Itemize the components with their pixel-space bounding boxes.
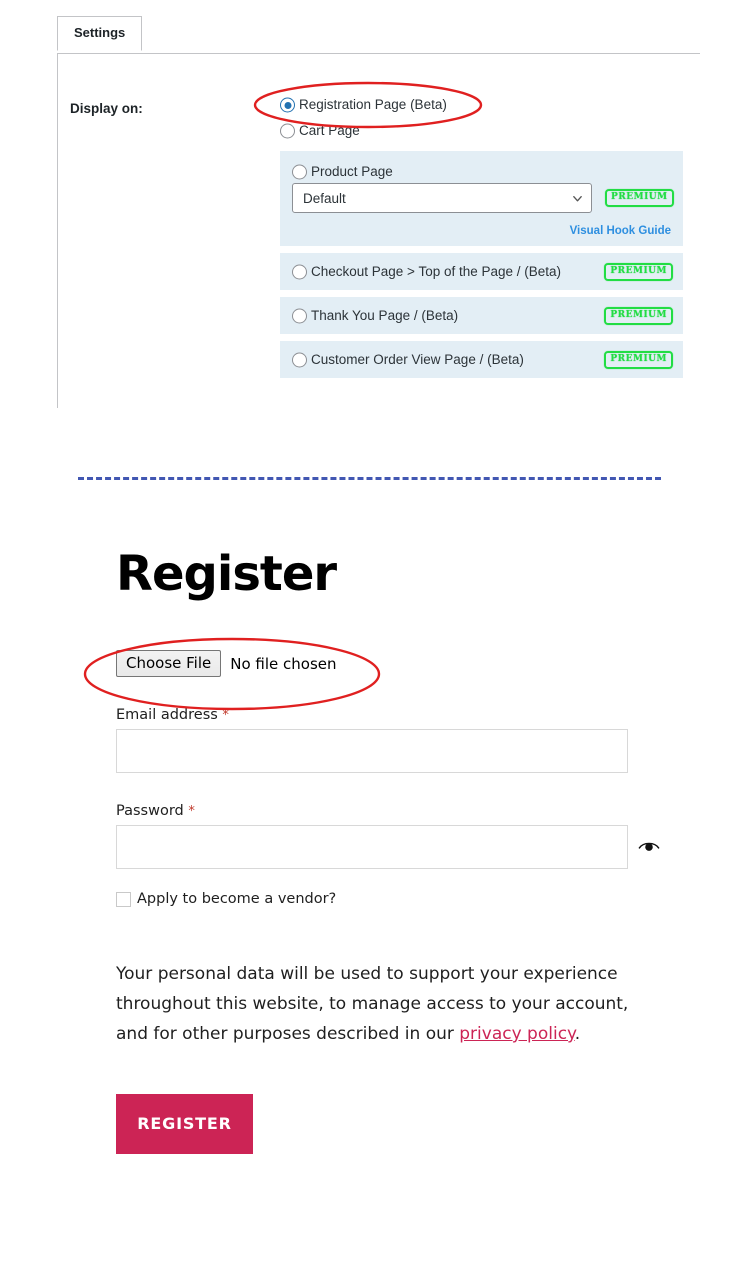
option-registration-page[interactable]: Registration Page (Beta) xyxy=(280,92,683,118)
file-upload-control: Choose File No file chosen xyxy=(116,650,676,677)
file-status-text: No file chosen xyxy=(230,654,337,673)
required-mark: * xyxy=(188,804,195,819)
tab-settings[interactable]: Settings xyxy=(57,16,143,51)
select-value: Default xyxy=(303,190,346,206)
email-input[interactable] xyxy=(116,729,628,773)
option-customer-order-view-page[interactable]: Customer Order View Page / (Beta) PREMIU… xyxy=(280,341,683,378)
choose-file-button[interactable]: Choose File xyxy=(116,650,222,677)
section-divider xyxy=(78,477,661,480)
radio-cart-page[interactable] xyxy=(280,123,295,139)
option-checkout-page[interactable]: Checkout Page > Top of the Page / (Beta)… xyxy=(280,253,683,290)
display-on-label: Display on: xyxy=(70,101,143,116)
email-label-text: Email address xyxy=(116,707,218,723)
option-label: Product Page xyxy=(311,164,393,180)
product-page-hook-select-row: Default xyxy=(292,183,592,213)
product-page-hook-select[interactable]: Default xyxy=(292,183,592,213)
chevron-down-icon xyxy=(573,195,582,201)
radio-registration-page[interactable] xyxy=(280,97,295,113)
option-label: Checkout Page > Top of the Page / (Beta) xyxy=(311,263,562,279)
vendor-checkbox-label: Apply to become a vendor? xyxy=(137,891,337,907)
option-thank-you-page[interactable]: Thank You Page / (Beta) PREMIUM xyxy=(280,297,683,334)
email-field-group: Email address * xyxy=(116,707,676,773)
option-product-page-block: Product Page Default PREMIUM Visual Hook… xyxy=(280,151,683,246)
required-mark: * xyxy=(222,708,229,723)
register-submit-button[interactable]: REGISTER xyxy=(116,1094,253,1154)
premium-badge: PREMIUM xyxy=(604,262,673,281)
vendor-checkbox[interactable] xyxy=(116,891,131,907)
radio-checkout-page[interactable] xyxy=(292,264,307,279)
radio-product-page[interactable] xyxy=(292,164,307,180)
password-label-text: Password xyxy=(116,803,184,819)
option-product-page[interactable]: Product Page xyxy=(292,161,671,183)
settings-tab-bar: Settings xyxy=(57,16,700,54)
privacy-text-after: . xyxy=(574,1024,581,1044)
password-input[interactable] xyxy=(116,825,628,869)
option-label: Cart Page xyxy=(299,123,360,139)
premium-badge: PREMIUM xyxy=(605,189,674,207)
premium-badge: PREMIUM xyxy=(604,350,673,369)
settings-panel-body: Display on: Registration Page (Beta) Car… xyxy=(57,54,700,408)
email-label: Email address * xyxy=(116,707,676,723)
password-label: Password * xyxy=(116,803,676,819)
register-form: Register Choose File No file chosen Emai… xyxy=(116,540,676,1154)
display-on-options: Registration Page (Beta) Cart Page Produ… xyxy=(280,92,683,378)
option-label: Thank You Page / (Beta) xyxy=(311,307,459,323)
radio-customer-order-view-page[interactable] xyxy=(292,352,307,367)
radio-thank-you-page[interactable] xyxy=(292,308,307,323)
password-field-group: Password * xyxy=(116,803,676,869)
option-cart-page[interactable]: Cart Page xyxy=(280,118,683,144)
privacy-notice: Your personal data will be used to suppo… xyxy=(116,959,636,1049)
password-input-wrapper xyxy=(116,825,676,869)
eye-icon[interactable] xyxy=(638,840,660,854)
visual-hook-guide-link[interactable]: Visual Hook Guide xyxy=(570,225,671,237)
vendor-checkbox-row[interactable]: Apply to become a vendor? xyxy=(116,891,676,907)
page-title: Register xyxy=(116,546,337,602)
privacy-policy-link[interactable]: privacy policy xyxy=(459,1024,574,1044)
option-label: Registration Page (Beta) xyxy=(299,97,447,113)
premium-badge: PREMIUM xyxy=(604,306,673,325)
option-label: Customer Order View Page / (Beta) xyxy=(311,351,524,367)
